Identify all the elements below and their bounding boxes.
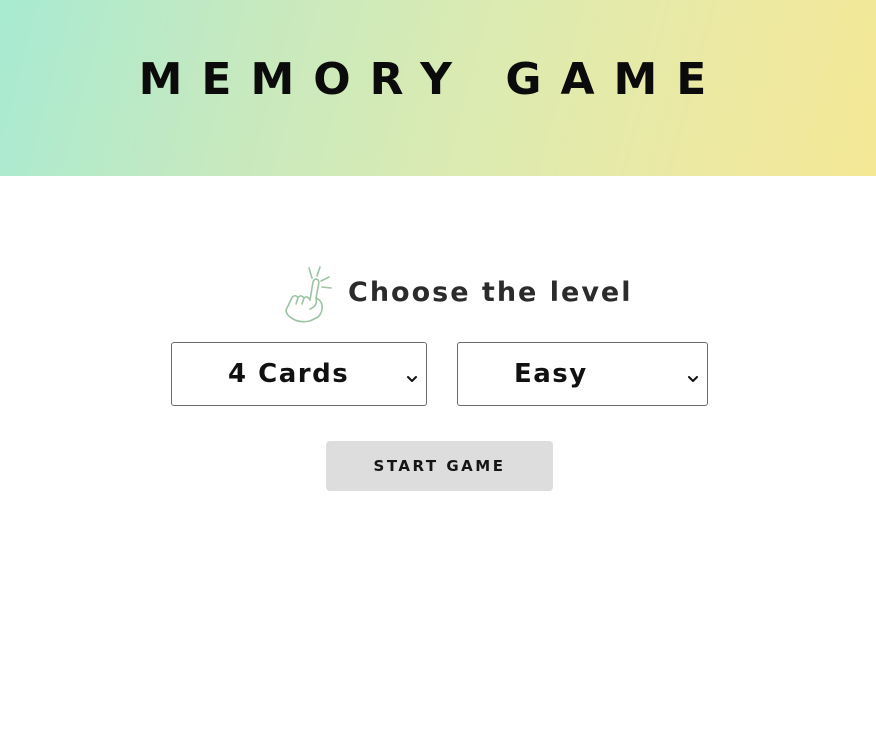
- difficulty-select[interactable]: Easy: [457, 342, 708, 406]
- cards-count-select[interactable]: 4 Cards: [171, 342, 427, 406]
- start-game-label: START GAME: [373, 457, 506, 475]
- start-game-button[interactable]: START GAME: [326, 441, 553, 491]
- header-banner: MEMORY GAME: [0, 0, 876, 176]
- chevron-down-icon: [406, 369, 418, 382]
- cards-count-value: 4 Cards: [228, 359, 350, 389]
- page-title: MEMORY GAME: [138, 54, 726, 105]
- chevron-down-icon: [687, 369, 699, 382]
- pointing-hand-icon: [280, 264, 338, 324]
- difficulty-value: Easy: [514, 359, 588, 389]
- choose-level-label: Choose the level: [348, 277, 633, 308]
- level-heading: Choose the level: [0, 264, 876, 324]
